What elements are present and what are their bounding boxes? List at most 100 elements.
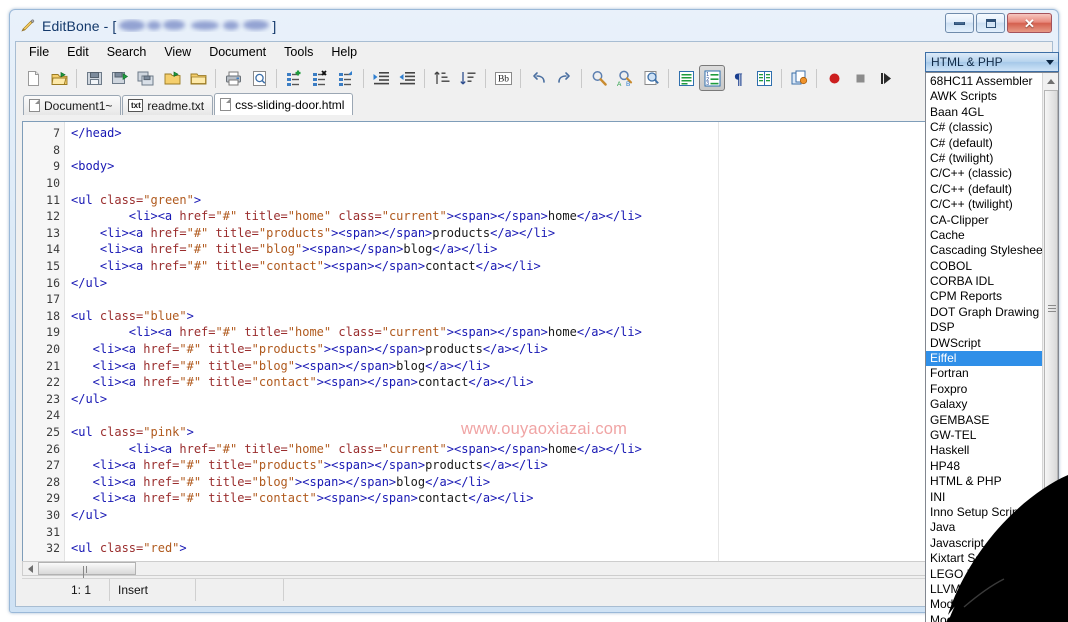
language-option[interactable]: Modula-3 bbox=[926, 613, 1042, 622]
code-line[interactable]: 21 <li><a href="#" title="blog"><span></… bbox=[23, 357, 1045, 374]
language-option[interactable]: INI bbox=[926, 490, 1042, 505]
language-option[interactable]: LEGO LDraw bbox=[926, 567, 1042, 582]
new-file-icon[interactable] bbox=[20, 65, 46, 91]
tab-document1[interactable]: Document1~ bbox=[23, 95, 122, 115]
code-line-text[interactable]: <ul class="pink"> bbox=[65, 425, 194, 439]
code-line-text[interactable]: <li><a href="#" title="products"><span><… bbox=[65, 226, 555, 240]
close-button[interactable]: ✕ bbox=[1007, 13, 1052, 33]
case-bb-icon[interactable]: Bb bbox=[490, 65, 516, 91]
add-node-icon[interactable] bbox=[281, 65, 307, 91]
language-option[interactable]: COBOL bbox=[926, 259, 1042, 274]
code-line[interactable]: 10 bbox=[23, 175, 1045, 192]
code-line[interactable]: 16 </ul> bbox=[23, 274, 1045, 291]
line-numbers-icon[interactable]: 1 2 3 bbox=[699, 65, 725, 91]
language-option[interactable]: Eiffel bbox=[926, 351, 1042, 367]
replace-icon[interactable]: A B bbox=[612, 65, 638, 91]
tab-css-sliding-door-html[interactable]: css-sliding-door.html bbox=[214, 93, 354, 115]
code-line-text[interactable]: <li><a href="#" title="contact"><span></… bbox=[65, 491, 534, 505]
dropdown-scrollbar-thumb[interactable] bbox=[1044, 90, 1058, 528]
language-option[interactable]: C# (twilight) bbox=[926, 151, 1042, 166]
language-option[interactable]: 68HC11 Assembler bbox=[926, 74, 1042, 89]
code-line[interactable]: 9 <body> bbox=[23, 158, 1045, 175]
code-line-text[interactable]: <ul class="green"> bbox=[65, 193, 201, 207]
language-option[interactable]: CA-Clipper bbox=[926, 213, 1042, 228]
code-line[interactable]: 7 </head> bbox=[23, 125, 1045, 142]
redo-icon[interactable] bbox=[551, 65, 577, 91]
play-macro-icon[interactable] bbox=[873, 65, 899, 91]
language-option[interactable]: Inno Setup Scripts bbox=[926, 505, 1042, 520]
code-line[interactable]: 12 <li><a href="#" title="home" class="c… bbox=[23, 208, 1045, 225]
editor-horizontal-scrollbar[interactable] bbox=[22, 561, 1046, 580]
sort-asc-icon[interactable] bbox=[429, 65, 455, 91]
code-line[interactable]: 29 <li><a href="#" title="contact"><span… bbox=[23, 490, 1045, 507]
code-line-text[interactable]: <li><a href="#" title="contact"><span></… bbox=[65, 375, 534, 389]
code-line-text[interactable]: </ul> bbox=[65, 392, 107, 406]
code-line-text[interactable]: <li><a href="#" title="home" class="curr… bbox=[65, 442, 642, 456]
language-option[interactable]: DWScript bbox=[926, 336, 1042, 351]
language-option[interactable]: AWK Scripts bbox=[926, 89, 1042, 104]
save-as-icon[interactable] bbox=[107, 65, 133, 91]
code-line[interactable]: 22 <li><a href="#" title="contact"><span… bbox=[23, 374, 1045, 391]
code-line-text[interactable]: </ul> bbox=[65, 276, 107, 290]
code-line[interactable]: 19 <li><a href="#" title="home" class="c… bbox=[23, 324, 1045, 341]
language-option[interactable]: C/C++ (classic) bbox=[926, 166, 1042, 181]
find-in-files-icon[interactable] bbox=[638, 65, 664, 91]
language-option[interactable]: DOT Graph Drawing bbox=[926, 305, 1042, 320]
code-line[interactable]: 11 <ul class="green"> bbox=[23, 191, 1045, 208]
code-line-text[interactable]: <li><a href="#" title="home" class="curr… bbox=[65, 209, 642, 223]
undo-icon[interactable] bbox=[525, 65, 551, 91]
code-line-text[interactable]: <body> bbox=[65, 159, 114, 173]
language-option[interactable]: LLVM bbox=[926, 582, 1042, 597]
maximize-button[interactable] bbox=[976, 13, 1005, 33]
save-icon[interactable] bbox=[81, 65, 107, 91]
outdent-icon[interactable] bbox=[394, 65, 420, 91]
language-option[interactable]: Cache bbox=[926, 228, 1042, 243]
code-line-text[interactable]: <li><a href="#" title="blog"><span></spa… bbox=[65, 359, 490, 373]
language-option[interactable]: Fortran bbox=[926, 366, 1042, 381]
code-line[interactable]: 15 <li><a href="#" title="contact"><span… bbox=[23, 258, 1045, 275]
language-option[interactable]: Foxpro bbox=[926, 382, 1042, 397]
code-line[interactable]: 26 <li><a href="#" title="home" class="c… bbox=[23, 440, 1045, 457]
print-preview-icon[interactable] bbox=[246, 65, 272, 91]
language-option[interactable]: C# (classic) bbox=[926, 120, 1042, 135]
code-lines[interactable]: 7 </head> 8 9 <body> 10 11 <ul class="green"> 12… bbox=[23, 122, 1045, 561]
scroll-left-button[interactable] bbox=[23, 562, 38, 575]
code-line[interactable]: 31 bbox=[23, 523, 1045, 540]
code-line-text[interactable]: <li><a href="#" title="products"><span><… bbox=[65, 458, 548, 472]
code-line[interactable]: 28 <li><a href="#" title="blog"><span></… bbox=[23, 473, 1045, 490]
code-line-text[interactable]: <li><a href="#" title="home" class="curr… bbox=[65, 325, 642, 339]
code-line[interactable]: 13 <li><a href="#" title="products"><spa… bbox=[23, 225, 1045, 242]
indent-icon[interactable] bbox=[368, 65, 394, 91]
menu-item-view[interactable]: View bbox=[155, 43, 200, 62]
menu-item-file[interactable]: File bbox=[20, 43, 58, 62]
horizontal-scrollbar-thumb[interactable] bbox=[38, 562, 136, 580]
minimize-button[interactable] bbox=[945, 13, 974, 33]
menu-item-search[interactable]: Search bbox=[98, 43, 156, 62]
language-option[interactable]: Baan 4GL bbox=[926, 105, 1042, 120]
code-line[interactable]: 32 <ul class="red"> bbox=[23, 540, 1045, 557]
code-line-text[interactable]: </head> bbox=[65, 126, 122, 140]
edit-node-icon[interactable] bbox=[333, 65, 359, 91]
pilcrow-icon[interactable]: ¶ bbox=[725, 65, 751, 91]
menu-item-tools[interactable]: Tools bbox=[275, 43, 322, 62]
menu-item-document[interactable]: Document bbox=[200, 43, 275, 62]
menu-item-edit[interactable]: Edit bbox=[58, 43, 98, 62]
language-option[interactable]: CORBA IDL bbox=[926, 274, 1042, 289]
language-option[interactable]: Javascript bbox=[926, 536, 1042, 551]
language-option[interactable]: HP48 bbox=[926, 459, 1042, 474]
print-icon[interactable] bbox=[220, 65, 246, 91]
code-line[interactable]: 24 bbox=[23, 407, 1045, 424]
language-option-list[interactable]: 68HC11 Assembler AWK Scripts Baan 4GL C# (c… bbox=[926, 73, 1042, 622]
code-line[interactable]: 27 <li><a href="#" title="products"><spa… bbox=[23, 457, 1045, 474]
language-option[interactable]: GEMBASE bbox=[926, 413, 1042, 428]
code-line-text[interactable]: <li><a href="#" title="products"><span><… bbox=[65, 342, 548, 356]
language-option[interactable]: Java bbox=[926, 520, 1042, 535]
menu-item-help[interactable]: Help bbox=[322, 43, 366, 62]
search-icon[interactable] bbox=[586, 65, 612, 91]
code-line-text[interactable]: <ul class="red"> bbox=[65, 541, 187, 555]
language-option[interactable]: CPM Reports bbox=[926, 289, 1042, 304]
code-line-text[interactable]: </ul> bbox=[65, 508, 107, 522]
language-selector[interactable]: HTML & PHP bbox=[925, 52, 1059, 72]
language-option[interactable]: Kixtart Scripts bbox=[926, 551, 1042, 566]
status-insert-mode[interactable]: Insert bbox=[110, 578, 196, 601]
